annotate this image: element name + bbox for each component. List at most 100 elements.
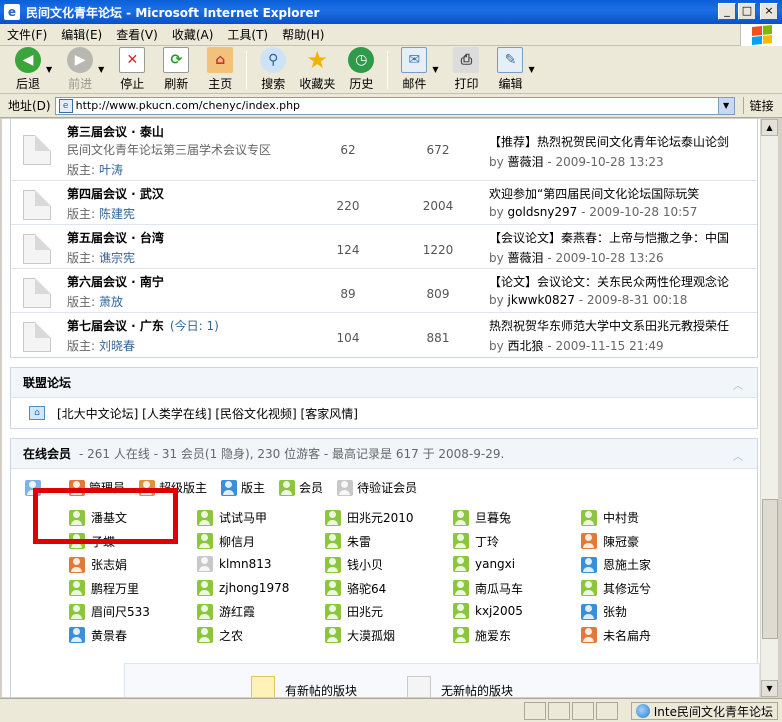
user-icon: [581, 580, 597, 597]
online-member[interactable]: 大漠孤烟: [325, 627, 395, 644]
home-button[interactable]: ⌂ 主页: [198, 47, 242, 93]
online-member[interactable]: 陳冠豪: [581, 533, 639, 550]
windows-logo-icon: [740, 24, 782, 46]
online-member[interactable]: klmn813: [197, 556, 271, 573]
online-member[interactable]: 鹏程万里: [69, 580, 139, 597]
online-member[interactable]: 丁玲: [453, 533, 499, 550]
user-icon: [279, 479, 296, 496]
online-member[interactable]: zjhong1978: [197, 579, 289, 596]
forward-dropdown-icon[interactable]: ▼: [98, 65, 104, 74]
mail-icon: ✉: [401, 47, 428, 73]
online-member[interactable]: 张勃: [581, 603, 627, 620]
online-member[interactable]: yangxi: [453, 556, 515, 573]
history-button[interactable]: ◷ 历史: [339, 47, 383, 93]
scroll-up-icon[interactable]: ▲: [761, 119, 778, 136]
last-post-user[interactable]: 西北狼: [508, 339, 544, 353]
forum-name[interactable]: 第七届会议 · 广东: [67, 319, 164, 333]
online-member[interactable]: 之农: [197, 627, 243, 644]
vertical-scrollbar[interactable]: ▲ ▼: [760, 119, 778, 697]
online-member[interactable]: 田兆元2010: [325, 509, 414, 526]
online-member[interactable]: 骆驼64: [325, 580, 386, 597]
online-member[interactable]: 旦暮兔: [453, 509, 511, 526]
forum-name[interactable]: 第三届会议 · 泰山: [67, 125, 164, 139]
online-member[interactable]: 其修远兮: [581, 580, 651, 597]
moderator-link[interactable]: 谯宗宪: [99, 251, 135, 265]
union-links[interactable]: [北大中文论坛] [人类学在线] [民俗文化视频] [客家风情]: [57, 405, 358, 422]
online-member[interactable]: 游红霞: [197, 603, 255, 620]
online-member[interactable]: 柳信月: [197, 533, 255, 550]
forum-status-legend: 有新帖的版块 无新帖的版块: [124, 663, 760, 697]
last-post-title[interactable]: 【会议论文】秦燕春：上帝与恺撒之争：中国: [489, 229, 755, 246]
online-member[interactable]: 钱小贝: [325, 556, 383, 573]
online-member[interactable]: 张志娟: [69, 556, 127, 573]
online-member[interactable]: 中村贵: [581, 509, 639, 526]
online-member[interactable]: 试试马甲: [197, 509, 267, 526]
forum-name[interactable]: 第六届会议 · 南宁: [67, 275, 164, 289]
forum-threads: 124: [336, 243, 360, 257]
menu-file[interactable]: 文件(F): [0, 26, 54, 43]
last-post-user[interactable]: 蔷薇泪: [508, 155, 544, 169]
last-post-user[interactable]: 蔷薇泪: [508, 251, 544, 265]
forum-row: 第五届会议 · 台湾 版主: 谯宗宪 124 1220 【会议论文】秦燕春：上帝与…: [11, 225, 757, 269]
online-member[interactable]: 朱雷: [325, 533, 371, 550]
stop-button[interactable]: ✕ 停止: [110, 47, 154, 93]
online-member[interactable]: kxj2005: [453, 603, 523, 620]
online-member[interactable]: 施爱东: [453, 627, 511, 644]
new-posts-icon: [251, 676, 275, 697]
online-member[interactable]: 未名扁舟: [581, 627, 651, 644]
back-dropdown-icon[interactable]: ▼: [46, 65, 52, 74]
online-section: 在线会员 - 261 人在线 - 31 会员(1 隐身), 230 位游客 - …: [10, 438, 758, 697]
forum-status-icon: [23, 190, 51, 220]
last-post-title[interactable]: 欢迎参加“第四届民间文化论坛国际玩笑: [489, 185, 755, 202]
star-icon: ★: [306, 46, 329, 74]
mail-dropdown-icon[interactable]: ▼: [432, 65, 438, 74]
maximize-button[interactable]: □: [738, 3, 756, 20]
collapse-icon[interactable]: ︿: [733, 448, 743, 463]
moderator-link[interactable]: 刘晓春: [99, 339, 135, 353]
menu-help[interactable]: 帮助(H): [275, 26, 331, 43]
forum-posts: 2004: [422, 199, 454, 213]
toolbar-separator: [246, 50, 248, 89]
edit-button[interactable]: ✎ 编辑: [488, 47, 532, 93]
forum-moderator: 版主: 陈建宪: [67, 207, 136, 221]
menu-favorites[interactable]: 收藏(A): [165, 26, 221, 43]
links-button[interactable]: 链接: [742, 97, 774, 114]
forum-status-icon: [23, 234, 51, 264]
moderator-link[interactable]: 萧放: [99, 295, 123, 309]
moderator-link[interactable]: 叶涛: [99, 163, 123, 177]
favorites-button[interactable]: ★ 收藏夹: [295, 46, 339, 93]
mail-button[interactable]: ✉ 邮件: [392, 47, 436, 93]
last-post-meta: by 蔷薇泪 - 2009-10-28 13:26: [489, 251, 664, 265]
last-post-title[interactable]: 【推荐】热烈祝贺民间文化青年论坛泰山论剑: [489, 133, 755, 150]
online-member[interactable]: 南瓜马车: [453, 580, 523, 597]
moderator-link[interactable]: 陈建宪: [99, 207, 135, 221]
scroll-down-icon[interactable]: ▼: [761, 680, 778, 697]
close-button[interactable]: ×: [760, 3, 778, 20]
last-post-title[interactable]: 【论文】会议论文：关东民众两性伦理观念论: [489, 273, 755, 290]
last-post-user[interactable]: goldsny297: [508, 205, 578, 219]
online-member[interactable]: 恩施土家: [581, 556, 651, 573]
online-member[interactable]: 眉间尺533: [69, 603, 150, 620]
scroll-thumb[interactable]: [762, 499, 778, 639]
address-input[interactable]: e http://www.pkucn.com/chenyc/index.php …: [54, 96, 735, 115]
online-member[interactable]: 田兆元: [325, 603, 383, 620]
last-post-user[interactable]: jkwwk0827: [508, 293, 575, 307]
refresh-button[interactable]: ⟳ 刷新: [154, 47, 198, 93]
forum-name[interactable]: 第四届会议 · 武汉: [67, 187, 164, 201]
user-icon: [69, 627, 85, 644]
forward-button[interactable]: ▶ 前进: [58, 47, 102, 93]
collapse-icon[interactable]: ︿: [733, 377, 743, 392]
minimize-button[interactable]: _: [718, 3, 736, 20]
menu-view[interactable]: 查看(V): [109, 26, 165, 43]
menu-tools[interactable]: 工具(T): [220, 26, 275, 43]
online-member[interactable]: 黄景春: [69, 627, 127, 644]
print-button[interactable]: ⎙ 打印: [444, 47, 488, 93]
edit-dropdown-icon[interactable]: ▼: [528, 65, 534, 74]
menu-edit[interactable]: 编辑(E): [54, 26, 109, 43]
back-button[interactable]: ◀ 后退: [6, 47, 50, 93]
search-button[interactable]: ⚲ 搜索: [251, 47, 295, 93]
user-icon: [197, 627, 213, 644]
last-post-title[interactable]: 热烈祝贺华东师范大学中文系田兆元教授荣任: [489, 317, 755, 334]
forum-name[interactable]: 第五届会议 · 台湾: [67, 231, 164, 245]
address-dropdown-icon[interactable]: ▼: [717, 97, 734, 114]
